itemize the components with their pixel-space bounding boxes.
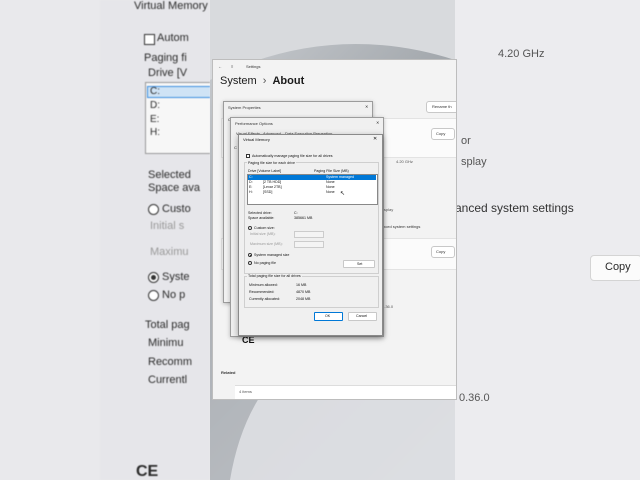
close-icon[interactable]: ✕ bbox=[373, 137, 377, 142]
bg-space-label: Space ava bbox=[148, 182, 200, 194]
col-size-header: Paging File Size (MB) bbox=[314, 169, 349, 173]
rename-pc-button[interactable]: Rename th bbox=[426, 101, 456, 113]
col-drive-header: Drive [Volume Label] bbox=[248, 169, 282, 173]
custom-size-radio[interactable] bbox=[248, 226, 252, 230]
drive-row-e-size: None bbox=[326, 185, 335, 189]
drive-row-d-label: [2 TB HDD] bbox=[263, 180, 282, 184]
bg-custom-radio bbox=[148, 204, 159, 215]
copy-button-2[interactable]: Copy bbox=[431, 246, 455, 258]
total-group-label: Total paging file size for all drives bbox=[247, 274, 302, 278]
performance-side-text: C bbox=[234, 145, 237, 150]
currently-allocated-value: 2048 MB bbox=[296, 297, 311, 301]
mouse-cursor-icon: ↖ bbox=[340, 191, 346, 197]
auto-manage-checkbox[interactable] bbox=[246, 154, 250, 158]
bg-ghz: 4.20 GHz bbox=[498, 48, 545, 60]
background-settings-right: 4.20 GHz or splay anced system settings … bbox=[455, 0, 640, 480]
system-managed-label: System managed size bbox=[254, 253, 290, 257]
display-text: isplay bbox=[383, 207, 394, 212]
menu-icon[interactable]: ≡ bbox=[231, 64, 233, 69]
bg-system-label: Syste bbox=[162, 271, 190, 283]
drive-row-h-size: None bbox=[326, 190, 335, 194]
drive-row-c[interactable]: C: bbox=[249, 175, 253, 179]
bg-drive-h: H: bbox=[150, 127, 160, 138]
vm-title: Virtual Memory bbox=[243, 137, 270, 142]
no-paging-file-label: No paging file bbox=[254, 261, 276, 265]
bg-min-label: Minimu bbox=[148, 337, 184, 349]
bg-r2: splay bbox=[461, 156, 487, 168]
bg-current-label: Currentl bbox=[148, 374, 188, 386]
bg-system-radio bbox=[148, 272, 159, 283]
custom-size-label: Custom size: bbox=[254, 226, 275, 230]
drive-row-c-size: System managed bbox=[326, 175, 354, 179]
drive-row-e-label: [Lexar 2TB] bbox=[263, 185, 282, 189]
bg-ce-mark: CE bbox=[136, 463, 159, 480]
bg-selected-label: Selected bbox=[148, 169, 191, 181]
bg-auto-checkbox bbox=[144, 34, 155, 45]
drive-row-h[interactable]: H: bbox=[249, 190, 253, 194]
bg-copy-button: Copy bbox=[590, 255, 640, 281]
bg-drive-e: E: bbox=[150, 114, 160, 125]
minimum-allowed-value: 16 MB bbox=[296, 283, 307, 287]
recommended-label: Recommended: bbox=[249, 290, 275, 294]
copy-button-1[interactable]: Copy bbox=[431, 128, 455, 140]
breadcrumb-about: About bbox=[272, 75, 305, 87]
maximum-size-input[interactable] bbox=[294, 241, 324, 248]
cancel-button[interactable]: Cancel bbox=[348, 312, 377, 321]
bg-title: Virtual Memory bbox=[134, 0, 208, 12]
processor-speed: 4.20 GHz bbox=[396, 159, 413, 164]
paging-group-label: Paging file size for each drive bbox=[247, 161, 296, 165]
bg-drive-c: C: bbox=[150, 86, 160, 97]
close-icon[interactable]: ✕ bbox=[365, 104, 368, 109]
performance-options-title: Performance Options bbox=[235, 121, 273, 126]
related-heading: Related bbox=[221, 370, 236, 375]
bg-r1: or bbox=[461, 135, 471, 147]
breadcrumb-system[interactable]: System bbox=[220, 75, 257, 87]
space-available-value: 385661 MB bbox=[294, 216, 313, 220]
drive-row-h-label: [SSD] bbox=[263, 190, 273, 194]
system-managed-radio[interactable] bbox=[248, 253, 252, 257]
bg-initial-label: Initial s bbox=[150, 220, 185, 232]
bg-total-label: Total pag bbox=[145, 319, 190, 331]
bg-drive-list: C: D: E: H: bbox=[145, 82, 210, 154]
advanced-system-settings-link[interactable]: nced system settings bbox=[383, 224, 420, 229]
bg-custom-label: Custo bbox=[162, 203, 191, 215]
drive-row-d-size: None bbox=[326, 180, 335, 184]
initial-size-input[interactable] bbox=[294, 231, 324, 238]
drive-row-e[interactable]: E: bbox=[249, 185, 252, 189]
space-available-label: Space available: bbox=[248, 216, 275, 220]
settings-app-title: Settings bbox=[246, 64, 261, 69]
bg-drive-label: Drive [V bbox=[148, 67, 188, 79]
selected-drive-label: Selected drive: bbox=[248, 211, 272, 215]
minimum-allowed-label: Minimum allowed: bbox=[249, 283, 278, 287]
bg-advanced: anced system settings bbox=[455, 201, 574, 215]
initial-size-label: Initial size (MB): bbox=[250, 232, 276, 236]
currently-allocated-label: Currently allocated: bbox=[249, 297, 280, 301]
no-paging-file-radio[interactable] bbox=[248, 261, 252, 265]
recommended-value: 4870 MB bbox=[296, 290, 311, 294]
back-arrow-icon[interactable]: ← bbox=[218, 64, 222, 69]
bg-version: 0.36.0 bbox=[459, 392, 490, 404]
virtual-memory-dialog: Virtual Memory ✕ Automatically manage pa… bbox=[238, 134, 383, 336]
bg-nopaging-radio bbox=[148, 290, 159, 301]
selected-drive-value: C: bbox=[294, 211, 298, 215]
bg-nopaging-label: No p bbox=[162, 289, 186, 301]
background-dialog-left: Virtual Memory Autom Paging fi Drive [V … bbox=[100, 0, 210, 480]
bg-auto-label: Autom bbox=[157, 32, 189, 44]
close-icon[interactable]: ✕ bbox=[376, 120, 379, 125]
bg-drive-d: D: bbox=[150, 100, 160, 111]
ok-button[interactable]: OK bbox=[314, 312, 343, 321]
drive-row-d[interactable]: D: bbox=[249, 180, 253, 184]
bg-maximum-label: Maximu bbox=[150, 246, 189, 258]
auto-manage-label: Automatically manage paging file size fo… bbox=[252, 154, 333, 158]
breadcrumb-separator: › bbox=[262, 75, 267, 87]
breadcrumb: System › About bbox=[220, 75, 304, 87]
set-button[interactable]: Set bbox=[343, 260, 375, 268]
items-count: 4 items bbox=[239, 389, 252, 394]
maximum-size-label: Maximum size (MB): bbox=[250, 242, 283, 246]
system-properties-title: System Properties bbox=[228, 105, 261, 110]
bg-recom-label: Recomm bbox=[148, 356, 193, 368]
bg-paging-label: Paging fi bbox=[144, 52, 187, 64]
